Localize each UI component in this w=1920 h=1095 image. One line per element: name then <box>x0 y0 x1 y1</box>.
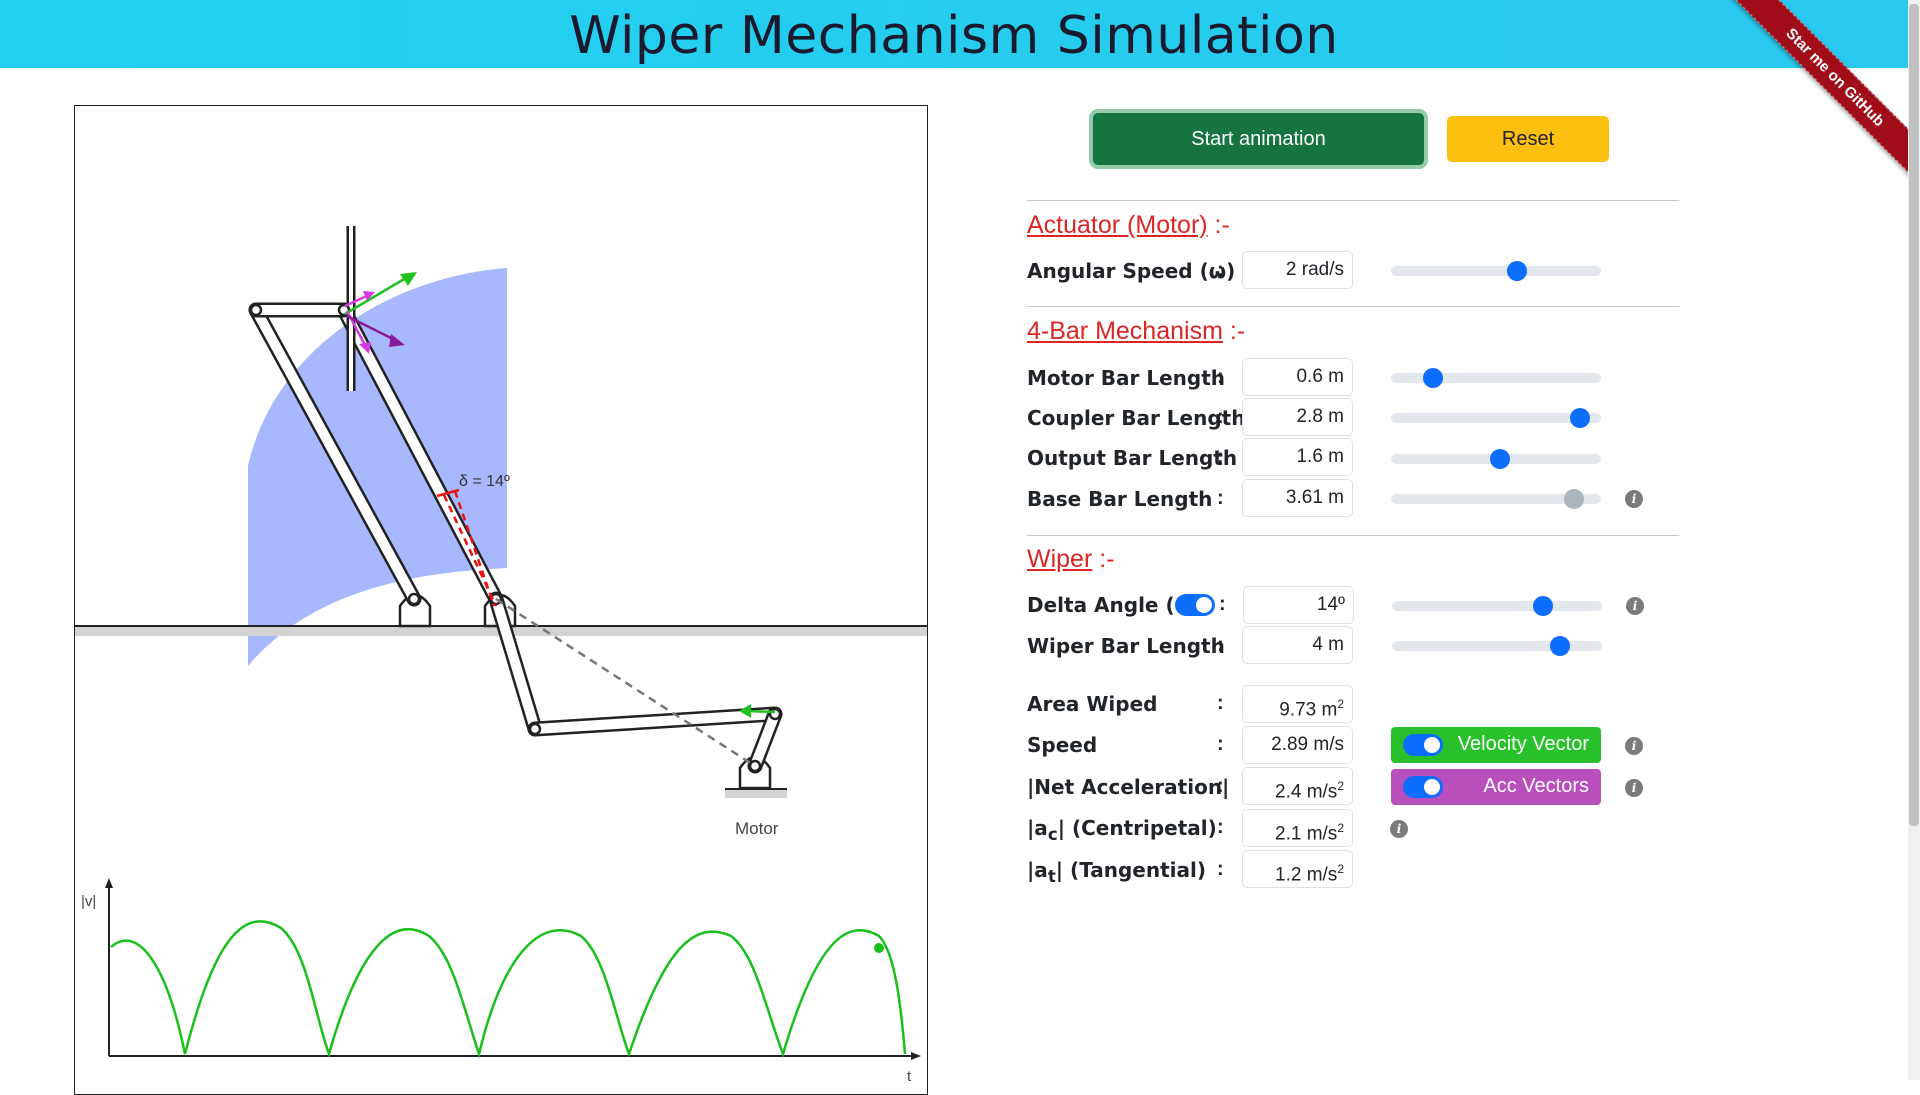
start-animation-button[interactable]: Start animation <box>1093 113 1424 165</box>
coupler-bar-slider[interactable] <box>1391 408 1601 428</box>
colon: : <box>1217 406 1224 428</box>
output-bar-slider[interactable] <box>1391 449 1601 469</box>
net-acceleration-value: 2.4 m/s2 <box>1242 767 1353 805</box>
angular-speed-field[interactable]: 2 rad/s <box>1242 251 1353 289</box>
speed-cursor <box>874 943 884 953</box>
base-bar-info-icon[interactable]: i <box>1625 490 1643 508</box>
angular-speed-slider[interactable] <box>1391 261 1601 281</box>
colon: : <box>1217 487 1224 509</box>
acceleration-info-icon[interactable]: i <box>1625 779 1643 797</box>
slider-thumb[interactable] <box>1533 596 1554 616</box>
slider-thumb[interactable] <box>1490 449 1511 469</box>
graph-x-label: t <box>907 1068 912 1085</box>
colon: : <box>1217 858 1224 880</box>
label-base-bar: Base Bar Length <box>1027 487 1213 511</box>
coupler-bar-field[interactable]: 2.8 m <box>1242 398 1353 436</box>
motor-ground-dashed <box>495 597 756 768</box>
motor-label: Motor <box>735 819 779 838</box>
section-divider <box>1027 200 1679 201</box>
page-scrollbar[interactable] <box>1908 0 1920 1080</box>
acc-vectors-toggle[interactable]: Acc Vectors <box>1391 769 1601 805</box>
label-coupler-bar: Coupler Bar Length <box>1027 406 1246 430</box>
label-net-acceleration: |Net Acceleration| <box>1027 775 1230 799</box>
wiper-bar-field[interactable]: 4 m <box>1242 626 1353 664</box>
label-output-bar: Output Bar Length <box>1027 446 1238 470</box>
colon: : <box>1217 692 1224 714</box>
wiped-area <box>248 268 507 666</box>
header-bar: Wiper Mechanism Simulation <box>0 0 1920 68</box>
velocity-info-icon[interactable]: i <box>1625 737 1643 755</box>
colon: : <box>1217 816 1224 838</box>
centripetal-value: 2.1 m/s2 <box>1242 809 1353 847</box>
mechanism-drawing: δ = 14º Motor |v| t <box>75 226 927 1085</box>
tangential-value: 1.2 m/s2 <box>1242 850 1353 888</box>
section-divider <box>1027 306 1679 307</box>
section-title-actuator: Actuator (Motor) :- <box>1027 211 1230 239</box>
label-wiper-bar: Wiper Bar Length <box>1027 634 1225 658</box>
centripetal-info-icon[interactable]: i <box>1390 820 1408 838</box>
motor-bar-slider[interactable] <box>1391 368 1601 388</box>
label-delta-angle: Delta Angle (δ) <box>1027 593 1198 617</box>
github-ribbon-wrap: Star me on GitHub <box>1720 0 1910 190</box>
velocity-toggle-label: Velocity Vector <box>1457 733 1589 755</box>
label-centripetal: |ac| (Centripetal) <box>1027 816 1217 844</box>
speed-curve <box>110 920 907 1059</box>
wiper-bar-slider[interactable] <box>1392 636 1602 656</box>
link-bottom <box>527 706 783 737</box>
base-bar-slider <box>1391 489 1601 509</box>
velocity-switch[interactable] <box>1403 734 1443 756</box>
colon: : <box>1219 593 1226 615</box>
label-motor-bar: Motor Bar Length <box>1027 366 1225 390</box>
delta-angle-slider[interactable] <box>1392 596 1602 616</box>
colon: : <box>1217 775 1224 797</box>
delta-angle-info-icon[interactable]: i <box>1626 597 1644 615</box>
simulation-canvas: δ = 14º Motor |v| t <box>74 105 928 1095</box>
page-title: Wiper Mechanism Simulation <box>569 6 1339 66</box>
label-tangential: |at| (Tangential) <box>1027 858 1207 886</box>
delta-angle-toggle[interactable] <box>1175 594 1215 616</box>
delta-angle-field[interactable]: 14º <box>1243 586 1354 624</box>
graph-y-label: |v| <box>81 893 96 910</box>
scrollbar-thumb[interactable] <box>1909 4 1919 826</box>
github-ribbon-link[interactable]: Star me on GitHub <box>1720 0 1910 190</box>
acc-toggle-label: Acc Vectors <box>1483 775 1589 797</box>
output-bar-field[interactable]: 1.6 m <box>1242 438 1353 476</box>
colon: : <box>1217 366 1224 388</box>
colon: : <box>1217 259 1224 281</box>
section-divider <box>1027 535 1679 536</box>
speed-value: 2.89 m/s <box>1242 726 1353 764</box>
label-speed: Speed <box>1027 733 1098 757</box>
delta-annotation: δ = 14º <box>459 473 510 490</box>
section-title-wiper: Wiper :- <box>1027 545 1115 573</box>
colon: : <box>1217 634 1224 656</box>
velocity-vector-toggle[interactable]: Velocity Vector <box>1391 727 1601 763</box>
motor-bar-field[interactable]: 0.6 m <box>1242 358 1353 396</box>
base-bar-field: 3.61 m <box>1242 479 1353 517</box>
colon: : <box>1217 733 1224 755</box>
slider-thumb[interactable] <box>1550 636 1570 656</box>
colon: : <box>1217 446 1224 468</box>
reset-button[interactable]: Reset <box>1447 116 1609 162</box>
slider-thumb <box>1563 489 1584 509</box>
acc-switch[interactable] <box>1403 776 1443 798</box>
label-angular-speed: Angular Speed (ω) <box>1027 259 1236 283</box>
label-area-wiped: Area Wiped <box>1027 692 1158 716</box>
slider-thumb[interactable] <box>1570 408 1590 428</box>
speed-graph: |v| t <box>81 878 921 1085</box>
slider-thumb[interactable] <box>1507 261 1527 281</box>
section-title-mechanism: 4-Bar Mechanism :- <box>1027 317 1246 345</box>
slider-thumb[interactable] <box>1423 368 1443 388</box>
area-wiped-value: 9.73 m2 <box>1242 685 1353 723</box>
